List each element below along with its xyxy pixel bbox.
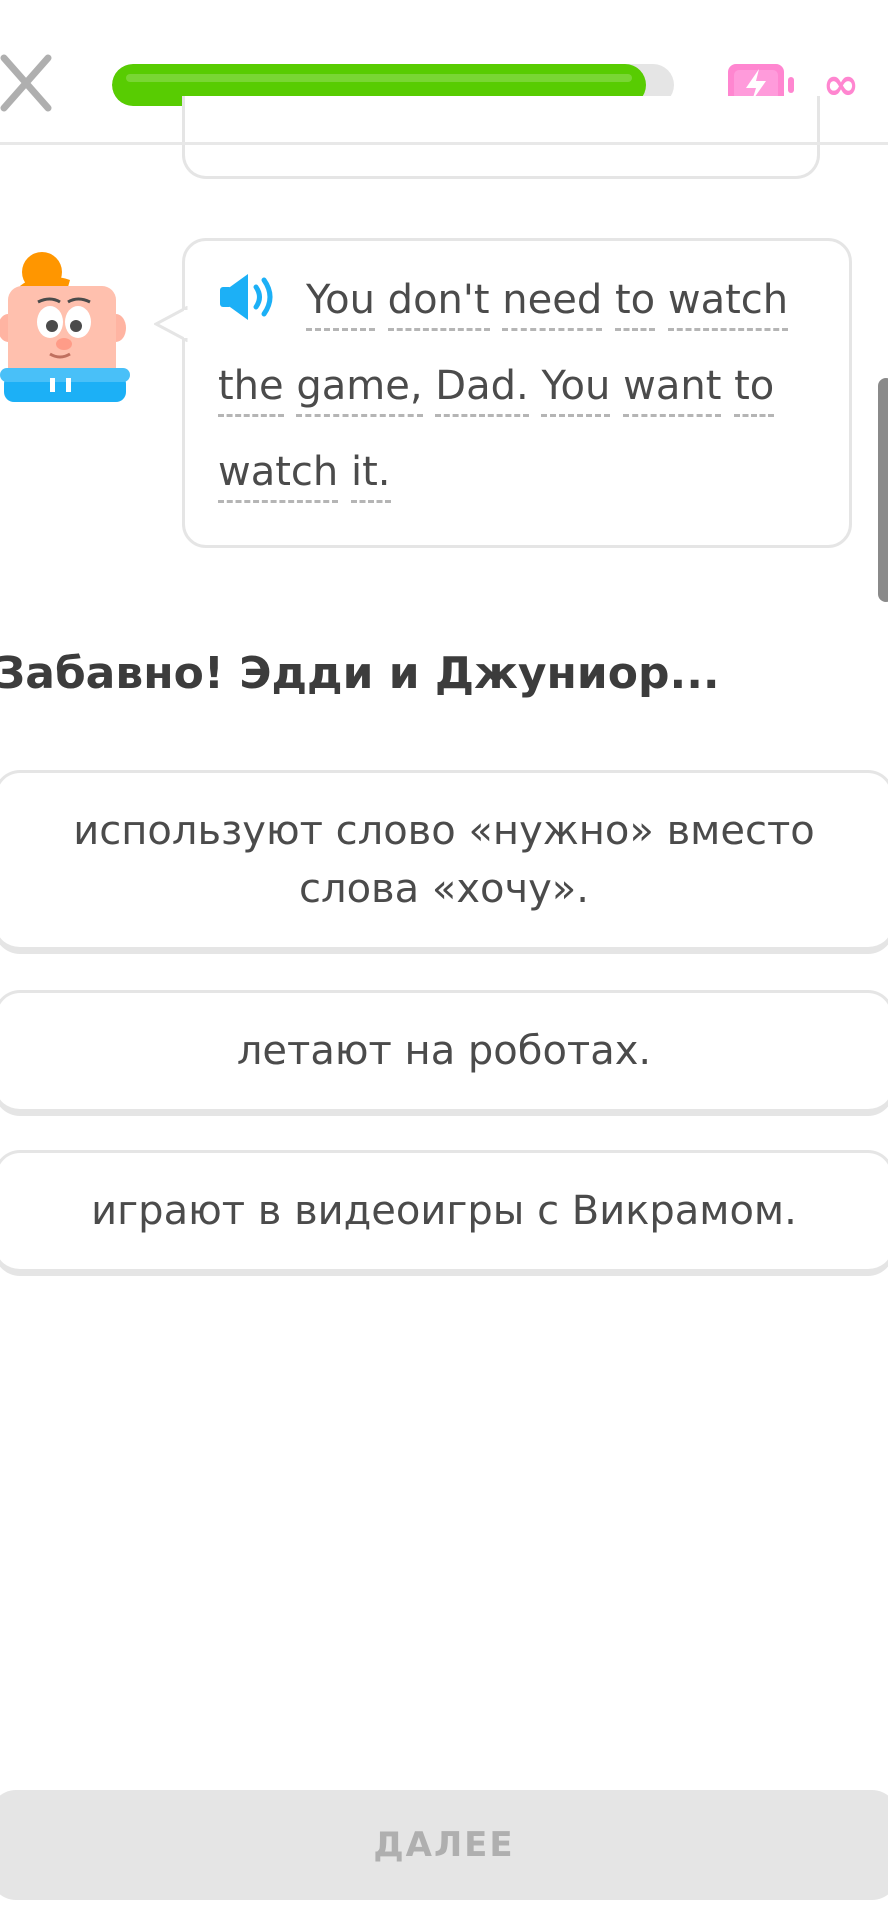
close-icon: [0, 54, 52, 112]
word-token[interactable]: want: [623, 362, 722, 417]
word-token[interactable]: don't: [387, 276, 490, 331]
header-divider: [0, 142, 888, 145]
speech-bubble-tail: [154, 306, 188, 342]
answer-option-2[interactable]: летают на роботах.: [0, 990, 888, 1116]
word-token[interactable]: to: [614, 276, 656, 331]
word-token[interactable]: need: [502, 276, 603, 331]
word-token[interactable]: to: [734, 362, 775, 417]
word-token[interactable]: Dad.: [435, 362, 529, 417]
progress-highlight: [126, 74, 632, 82]
answer-option-label: используют слово «нужно» вместо слова «х…: [73, 808, 815, 912]
answer-option-label: играют в видеоигры с Викрамом.: [91, 1188, 797, 1234]
close-button[interactable]: [0, 52, 58, 116]
dialogue-line-3: watch it.: [218, 448, 391, 503]
word-token[interactable]: watch: [218, 448, 339, 503]
word-token[interactable]: watch: [667, 276, 789, 331]
dialogue-line-1: You don't need to watch: [306, 276, 789, 331]
previous-message-bubble: [182, 96, 820, 179]
continue-button[interactable]: ДАЛЕЕ: [0, 1790, 888, 1900]
play-audio-button[interactable]: [218, 270, 280, 324]
answer-option-3[interactable]: играют в видеоигры с Викрамом.: [0, 1150, 888, 1276]
scrollbar-handle[interactable]: [878, 378, 888, 602]
word-token[interactable]: game,: [296, 362, 423, 417]
word-token[interactable]: it.: [350, 448, 391, 503]
dialogue-line-2: the game, Dad. You want to: [218, 362, 775, 417]
word-token[interactable]: You: [306, 276, 375, 331]
speaker-icon: [220, 274, 273, 320]
question-prompt: Забавно! Эдди и Джуниор...: [0, 648, 720, 699]
character-avatar-junior: [0, 250, 130, 410]
answer-option-1[interactable]: используют слово «нужно» вместо слова «х…: [0, 770, 888, 954]
word-token[interactable]: You: [541, 362, 611, 417]
word-token[interactable]: the: [218, 362, 284, 417]
answer-option-label: летают на роботах.: [236, 1028, 652, 1074]
